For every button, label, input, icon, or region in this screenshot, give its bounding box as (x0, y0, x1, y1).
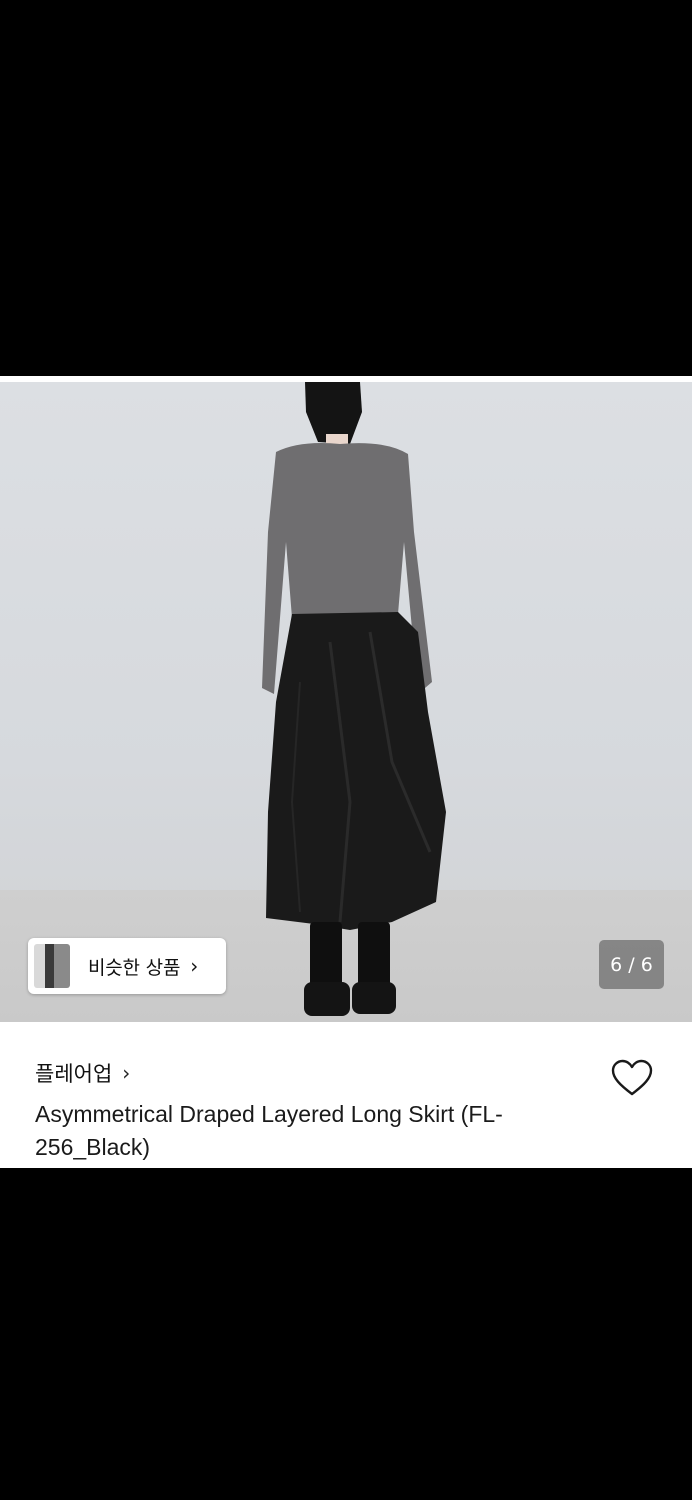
similar-product-thumbnail (34, 944, 70, 988)
bottom-black-area (0, 1168, 692, 1500)
brand-link[interactable]: 플레어업 › (35, 1058, 130, 1088)
heart-outline-icon[interactable] (610, 1058, 654, 1098)
page-indicator: 6 / 6 (599, 940, 664, 989)
product-photo (262, 382, 446, 1016)
chevron-right-icon: › (122, 1061, 131, 1085)
similar-products-label: 비슷한 상품 (88, 956, 181, 979)
brand-name: 플레어업 (35, 1062, 113, 1086)
chevron-right-icon: › (190, 954, 199, 978)
product-image-gallery[interactable]: 비슷한 상품 › 6 / 6 (0, 382, 692, 1022)
product-info-panel: 플레어업 › Asymmetrical Draped Layered Long … (0, 1022, 692, 1168)
similar-products-button[interactable]: 비슷한 상품 › (28, 938, 226, 994)
product-title: Asymmetrical Draped Layered Long Skirt (… (35, 1101, 503, 1160)
top-black-area (0, 0, 692, 376)
